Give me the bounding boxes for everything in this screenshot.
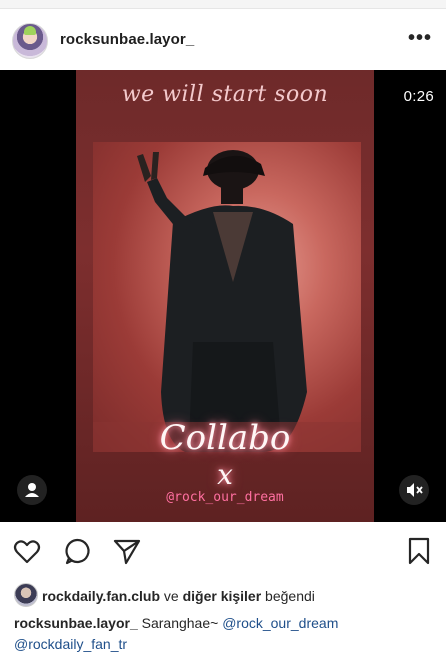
mute-glyph [407, 483, 423, 497]
user-tag-icon[interactable] [17, 475, 47, 505]
caption-mention-2[interactable]: @rockdaily_fan_tr [14, 636, 127, 652]
liker-username[interactable]: rockdaily.fan.club [42, 588, 160, 604]
heart-icon[interactable] [12, 536, 42, 566]
profile-avatar[interactable] [12, 23, 48, 59]
liker-avatar[interactable] [14, 583, 38, 607]
poster-x-mark: x [217, 458, 233, 491]
likes-suffix: beğendi [261, 588, 315, 604]
video-poster: we will start soon Collabo x @rock_our_d… [76, 70, 374, 522]
caption-text: Saranghae~ [137, 615, 223, 631]
action-bar [0, 530, 446, 574]
video-player[interactable]: we will start soon Collabo x @rock_our_d… [0, 70, 446, 522]
video-timer: 0:26 [403, 88, 434, 105]
poster-photo [93, 142, 361, 452]
likes-others[interactable]: diğer kişiler [183, 588, 262, 604]
poster-headline: we will start soon [121, 82, 329, 107]
post-header: rocksunbae.layor_ ••• [0, 12, 446, 70]
post-caption: rocksunbae.layor_ Saranghae~ @rock_our_d… [14, 613, 439, 655]
bookmark-icon[interactable] [404, 536, 434, 566]
caption-mention-1[interactable]: @rock_our_dream [222, 615, 338, 631]
user-tag-glyph [25, 483, 39, 497]
poster-collabo-title: Collabo [159, 418, 291, 458]
caption-username[interactable]: rocksunbae.layor_ [14, 615, 138, 631]
comment-icon[interactable] [62, 536, 92, 566]
poster-handle: @rock_our_dream [166, 490, 284, 505]
mute-icon[interactable] [399, 475, 429, 505]
top-strip [0, 0, 446, 9]
avatar-hat [24, 26, 36, 35]
share-icon[interactable] [112, 536, 142, 566]
post-username[interactable]: rocksunbae.layor_ [60, 31, 194, 48]
likes-line: rockdaily.fan.club ve diğer kişiler beğe… [14, 583, 315, 607]
silhouette-figure [93, 150, 361, 452]
likes-connector: ve [160, 588, 183, 604]
more-options-icon[interactable]: ••• [408, 28, 432, 48]
